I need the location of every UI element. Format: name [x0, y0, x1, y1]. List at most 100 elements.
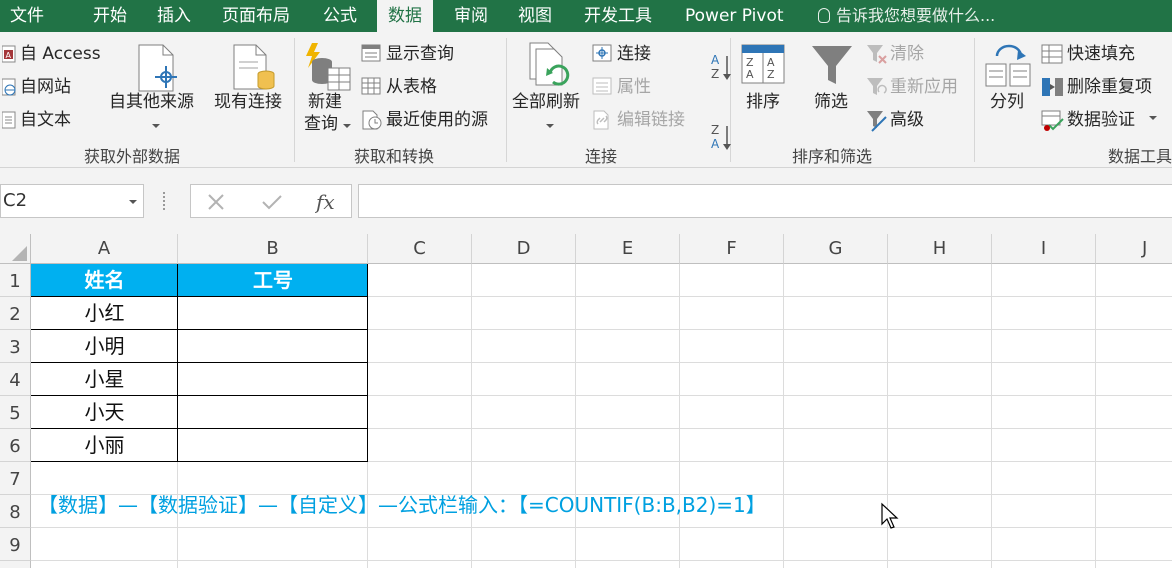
tab-view[interactable]: 视图 [518, 0, 552, 32]
properties-button[interactable]: 属性 [617, 76, 651, 98]
cell-a3[interactable]: 小明 [31, 330, 178, 363]
column-header-d[interactable]: D [472, 234, 576, 264]
edit-links-button[interactable]: 编辑链接 [617, 109, 685, 131]
column-header-c[interactable]: C [368, 234, 472, 264]
tab-data[interactable]: 数据 [377, 0, 433, 32]
lightbulb-icon [818, 8, 830, 23]
tab-power-pivot[interactable]: Power Pivot [685, 0, 784, 32]
text-file-icon [2, 111, 16, 129]
reapply-button[interactable]: 重新应用 [890, 76, 958, 98]
refresh-all-button[interactable]: 全部刷新 [512, 91, 580, 113]
sort-button[interactable]: 排序 [746, 91, 780, 113]
formula-bar-splitter[interactable] [163, 192, 166, 210]
column-header-h[interactable]: H [888, 234, 992, 264]
row-header-1[interactable]: 1 [0, 264, 31, 297]
table-border [31, 296, 368, 297]
row-header-8[interactable]: 8 [0, 495, 31, 528]
gridline [1095, 264, 1096, 568]
mouse-cursor-icon [881, 502, 899, 529]
column-header-j[interactable]: J [1096, 234, 1172, 264]
chevron-down-icon [129, 200, 137, 204]
tab-insert[interactable]: 插入 [157, 0, 191, 32]
filter-button[interactable]: 筛选 [814, 91, 848, 113]
web-icon [2, 78, 16, 96]
text-to-columns-icon [985, 44, 1031, 87]
row-header-5[interactable]: 5 [0, 396, 31, 429]
cell-a4[interactable]: 小星 [31, 363, 178, 396]
cell-a5[interactable]: 小天 [31, 396, 178, 429]
worksheet-grid: A B C D E F G H I J 1 2 3 4 5 6 7 8 9 10… [0, 234, 1172, 568]
gridline [471, 264, 472, 568]
column-header-a[interactable]: A [31, 234, 178, 264]
ribbon-tab-bar: 文件 开始 插入 页面布局 公式 数据 审阅 视图 开发工具 Power Piv… [0, 0, 1172, 32]
reapply-icon [867, 78, 887, 95]
sort-icon: ZA AZ [741, 44, 785, 84]
cell-b3[interactable] [178, 330, 368, 363]
new-query-label-line2[interactable]: 查询 [304, 113, 338, 135]
column-header-b[interactable]: B [178, 234, 368, 264]
from-web-button[interactable]: 自网站 [20, 76, 71, 98]
from-access-button[interactable]: 自 Access [20, 43, 101, 65]
cell-a2[interactable]: 小红 [31, 297, 178, 330]
svg-text:A: A [6, 51, 12, 60]
cell-a6[interactable]: 小丽 [31, 429, 178, 462]
chevron-down-icon [152, 124, 160, 128]
column-header-i[interactable]: I [992, 234, 1096, 264]
clear-button[interactable]: 清除 [890, 43, 924, 65]
advanced-button[interactable]: 高级 [890, 109, 924, 131]
access-icon: A [2, 45, 16, 63]
row-header-9[interactable]: 9 [0, 528, 31, 561]
gridline [31, 560, 1172, 561]
table-border [31, 362, 368, 363]
enter-check-icon[interactable] [261, 193, 283, 211]
text-to-columns-button[interactable]: 分列 [990, 91, 1024, 113]
from-table-button[interactable]: 从表格 [386, 76, 437, 98]
cell-b5[interactable] [178, 396, 368, 429]
svg-text:Z: Z [711, 67, 719, 81]
flash-fill-button[interactable]: 快速填充 [1067, 43, 1135, 65]
insert-function-icon[interactable]: fx [315, 189, 337, 215]
chevron-down-icon [343, 124, 351, 128]
show-queries-button[interactable]: 显示查询 [386, 43, 454, 65]
other-sources-icon [138, 44, 177, 92]
cancel-icon[interactable] [207, 193, 225, 211]
select-all-corner[interactable] [0, 234, 31, 264]
cell-a1[interactable]: 姓名 [31, 264, 178, 297]
tab-review[interactable]: 审阅 [454, 0, 488, 32]
row-header-7[interactable]: 7 [0, 462, 31, 495]
column-header-g[interactable]: G [784, 234, 888, 264]
formula-input[interactable] [358, 184, 1172, 218]
refresh-all-icon [529, 42, 570, 86]
connections-button[interactable]: 连接 [617, 43, 651, 65]
from-text-button[interactable]: 自文本 [20, 109, 71, 131]
row-header-10[interactable]: 10 [0, 561, 31, 568]
cell-b4[interactable] [178, 363, 368, 396]
cell-b6[interactable] [178, 429, 368, 462]
existing-connections-icon [233, 44, 275, 90]
cell-b1[interactable]: 工号 [178, 264, 368, 297]
tab-developer[interactable]: 开发工具 [584, 0, 652, 32]
svg-text:Z: Z [767, 68, 775, 81]
row-header-6[interactable]: 6 [0, 429, 31, 462]
row-header-3[interactable]: 3 [0, 330, 31, 363]
row-header-2[interactable]: 2 [0, 297, 31, 330]
gridline [679, 264, 680, 568]
cell-b2[interactable] [178, 297, 368, 330]
column-header-f[interactable]: F [680, 234, 784, 264]
tell-me-search[interactable]: 告诉我您想要做什么... [818, 0, 995, 32]
tab-page-layout[interactable]: 页面布局 [222, 0, 290, 32]
other-sources-button[interactable]: 自其他来源 [109, 91, 194, 113]
column-header-e[interactable]: E [576, 234, 680, 264]
from-table-icon [361, 77, 381, 95]
tab-file[interactable]: 文件 [10, 0, 44, 32]
name-box[interactable]: C2 [0, 184, 144, 218]
group-label-external-data: 获取外部数据 [84, 147, 181, 166]
row-header-4[interactable]: 4 [0, 363, 31, 396]
recent-sources-button[interactable]: 最近使用的源 [386, 109, 488, 131]
remove-duplicates-button[interactable]: 删除重复项 [1067, 76, 1152, 98]
tab-formulas[interactable]: 公式 [323, 0, 357, 32]
new-query-label-line1[interactable]: 新建 [308, 91, 342, 113]
tab-home[interactable]: 开始 [93, 0, 127, 32]
existing-connections-button[interactable]: 现有连接 [214, 91, 282, 113]
data-validation-button[interactable]: 数据验证 [1067, 109, 1135, 131]
